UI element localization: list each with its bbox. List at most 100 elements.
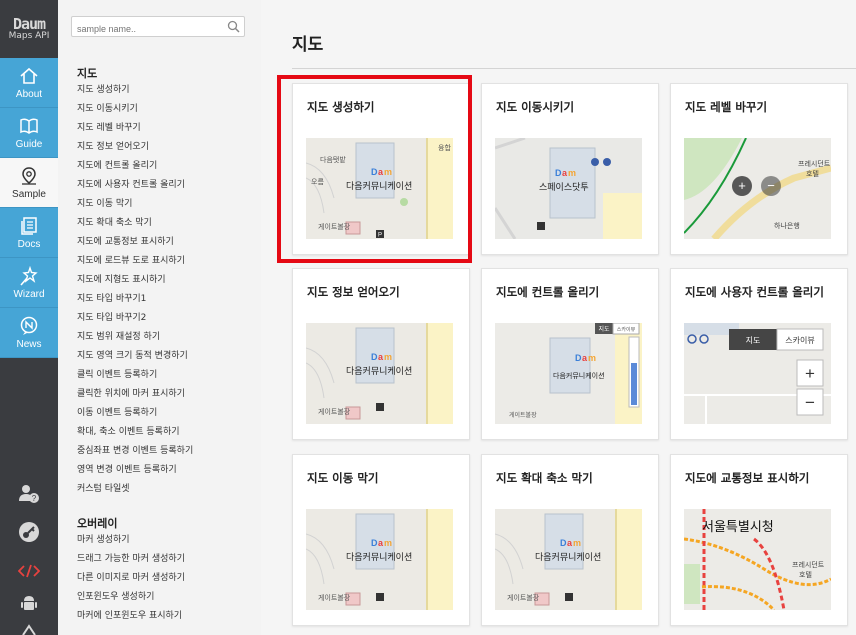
- sidebar-item[interactable]: 지도 타입 바꾸기1: [77, 290, 193, 309]
- svg-text:m: m: [573, 538, 581, 548]
- rail-item-guide[interactable]: Guide: [0, 108, 58, 158]
- rail-item-wizard[interactable]: Wizard: [0, 258, 58, 308]
- sidebar-item[interactable]: 지도에 지형도 표시하기: [77, 271, 193, 290]
- sidebar-item[interactable]: 지도 타입 바꾸기2: [77, 309, 193, 328]
- rail-label: News: [16, 338, 42, 350]
- card-title: 지도 이동시키기: [496, 100, 575, 114]
- svg-text:−: −: [805, 393, 815, 412]
- svg-text:P: P: [378, 233, 382, 239]
- code-button[interactable]: [0, 556, 58, 586]
- sidebar-item[interactable]: 인포윈도우 생성하기: [77, 588, 185, 607]
- sidebar-list-map: 지도 생성하기 지도 이동시키기 지도 레벨 바꾸기 지도 정보 얻어오기 지도…: [77, 81, 193, 499]
- sample-card[interactable]: 지도에 컨트롤 올리기 지도 스카이뷰 D a m 다음커뮤니케이션 게이트볼장: [481, 268, 659, 440]
- sidebar-item[interactable]: 다른 이미지로 마커 생성하기: [77, 569, 185, 588]
- sidebar-item[interactable]: 지도에 교통정보 표시하기: [77, 233, 193, 252]
- sample-card[interactable]: 지도 정보 얻어오기 D a m 다음커뮤니케이션 게이트볼장: [292, 268, 470, 440]
- map-label: 프레시던트: [798, 159, 831, 168]
- sidebar-item[interactable]: 드래그 가능한 마커 생성하기: [77, 550, 185, 569]
- sidebar-list-overlay: 마커 생성하기 드래그 가능한 마커 생성하기 다른 이미지로 마커 생성하기 …: [77, 531, 185, 626]
- sidebar-item[interactable]: 커스텀 타일셋: [77, 480, 193, 499]
- card-title: 지도에 교통정보 표시하기: [685, 471, 810, 485]
- sidebar-item[interactable]: 마커 생성하기: [77, 531, 185, 550]
- map-label: 서울특별시청: [702, 520, 774, 535]
- rail-item-news[interactable]: News: [0, 308, 58, 358]
- main-content: 지도 지도 생성하기 P D a m 다음탯밭 오름 다음커뮤니케이션 게이트볼…: [261, 0, 856, 635]
- sidebar-item[interactable]: 클릭한 위치에 마커 표시하기: [77, 385, 193, 404]
- svg-text:D: D: [371, 352, 378, 362]
- map-label: 호텔: [799, 571, 812, 579]
- map-label: 게이트볼장: [318, 407, 351, 416]
- rail-item-docs[interactable]: Docs: [0, 208, 58, 258]
- svg-text:+: +: [738, 178, 746, 193]
- user-help-button[interactable]: ?: [0, 478, 58, 508]
- svg-text:D: D: [555, 168, 562, 178]
- map-label: 호텔: [806, 170, 819, 178]
- svg-text:D: D: [560, 538, 567, 548]
- map-thumbnail: 서울특별시청 프레시던트 호텔: [684, 509, 831, 610]
- map-label: 게이트볼장: [509, 411, 537, 419]
- sidebar-item[interactable]: 지도 이동시키기: [77, 100, 193, 119]
- sample-card[interactable]: 지도에 교통정보 표시하기 서울특별시청 프레시던트 호텔: [670, 454, 848, 626]
- sidebar-item[interactable]: 클릭 이벤트 등록하기: [77, 366, 193, 385]
- sample-card[interactable]: 지도 레벨 바꾸기 + − 프레시던트 호텔 하나은행: [670, 83, 848, 255]
- search-icon[interactable]: [227, 20, 240, 33]
- key-icon: [19, 522, 39, 542]
- map-thumbnail: 지도 스카이뷰 + −: [684, 323, 831, 424]
- tools-button[interactable]: [0, 622, 58, 635]
- daum-logo[interactable]: Daum Maps API: [0, 0, 58, 58]
- rail-label: Guide: [15, 138, 43, 150]
- map-type-map: 지도: [598, 325, 610, 333]
- sample-card[interactable]: 지도 이동 막기 D a m 다음커뮤니케이션 게이트볼장: [292, 454, 470, 626]
- sidebar-item[interactable]: 지도 레벨 바꾸기: [77, 119, 193, 138]
- map-thumbnail: D a m 다음커뮤니케이션 게이트볼장: [306, 323, 453, 424]
- document-icon: [21, 216, 37, 235]
- sidebar-item[interactable]: 지도에 로드뷰 도로 표시하기: [77, 252, 193, 271]
- android-button[interactable]: [0, 590, 58, 616]
- map-label: 게이트볼장: [318, 593, 351, 602]
- sidebar-item[interactable]: 지도에 사용자 컨트롤 올리기: [77, 176, 193, 195]
- sidebar-item[interactable]: 확대, 축소 이벤트 등록하기: [77, 423, 193, 442]
- map-type-map: 지도: [746, 336, 761, 345]
- sidebar-item[interactable]: 중심좌표 변경 이벤트 등록하기: [77, 442, 193, 461]
- map-thumbnail: D a m 다음커뮤니케이션 게이트볼장: [306, 509, 453, 610]
- key-button[interactable]: [0, 516, 58, 548]
- sample-search-input[interactable]: [72, 19, 217, 39]
- rail-item-about[interactable]: About: [0, 58, 58, 108]
- sidebar-item[interactable]: 지도 이동 막기: [77, 195, 193, 214]
- svg-text:m: m: [384, 167, 392, 177]
- svg-text:+: +: [805, 364, 815, 383]
- map-thumbnail: D a m 다음커뮤니케이션 게이트볼장: [495, 509, 642, 610]
- sidebar-item[interactable]: 영역 변경 이벤트 등록하기: [77, 461, 193, 480]
- sidebar-item[interactable]: 지도 확대 축소 막기: [77, 214, 193, 233]
- user-help-icon: ?: [19, 485, 39, 503]
- sample-sidebar: 지도 지도 생성하기 지도 이동시키기 지도 레벨 바꾸기 지도 정보 얻어오기…: [58, 0, 261, 635]
- svg-text:D: D: [575, 353, 582, 363]
- svg-text:D: D: [371, 538, 378, 548]
- svg-text:m: m: [568, 168, 576, 178]
- rail-item-sample[interactable]: Sample: [0, 158, 58, 208]
- map-label: 다음커뮤니케이션: [346, 181, 412, 192]
- sample-card[interactable]: 지도 확대 축소 막기 D a m 다음커뮤니케이션 게이트볼장: [481, 454, 659, 626]
- sidebar-item[interactable]: 지도 범위 재설정 하기: [77, 328, 193, 347]
- sample-card[interactable]: 지도에 사용자 컨트롤 올리기 지도 스카이뷰 + −: [670, 268, 848, 440]
- card-title: 지도 생성하기: [307, 100, 375, 114]
- logo-subtitle: Maps API: [8, 30, 50, 41]
- card-title: 지도 확대 축소 막기: [496, 471, 593, 485]
- sidebar-item[interactable]: 마커에 인포윈도우 표시하기: [77, 607, 185, 626]
- sample-card[interactable]: 지도 이동시키기 D a m 스페이스닷투: [481, 83, 659, 255]
- card-title: 지도에 사용자 컨트롤 올리기: [685, 285, 824, 299]
- svg-text:D: D: [371, 167, 378, 177]
- map-pin-icon: [22, 166, 36, 185]
- sample-card[interactable]: 지도 생성하기 P D a m 다음탯밭 오름 다음커뮤니케이션 게이트볼장 융…: [292, 83, 470, 255]
- android-icon: [21, 596, 37, 610]
- card-title: 지도 정보 얻어오기: [307, 285, 400, 299]
- sidebar-item[interactable]: 지도에 컨트롤 올리기: [77, 157, 193, 176]
- sidebar-item[interactable]: 지도 영역 크기 동적 변경하기: [77, 347, 193, 366]
- sidebar-item[interactable]: 이동 이벤트 등록하기: [77, 404, 193, 423]
- svg-text:m: m: [384, 538, 392, 548]
- sidebar-item[interactable]: 지도 정보 얻어오기: [77, 138, 193, 157]
- svg-text:−: −: [767, 178, 775, 193]
- page-title: 지도: [292, 35, 324, 55]
- sidebar-item[interactable]: 지도 생성하기: [77, 81, 193, 100]
- tools-icon: [22, 623, 36, 635]
